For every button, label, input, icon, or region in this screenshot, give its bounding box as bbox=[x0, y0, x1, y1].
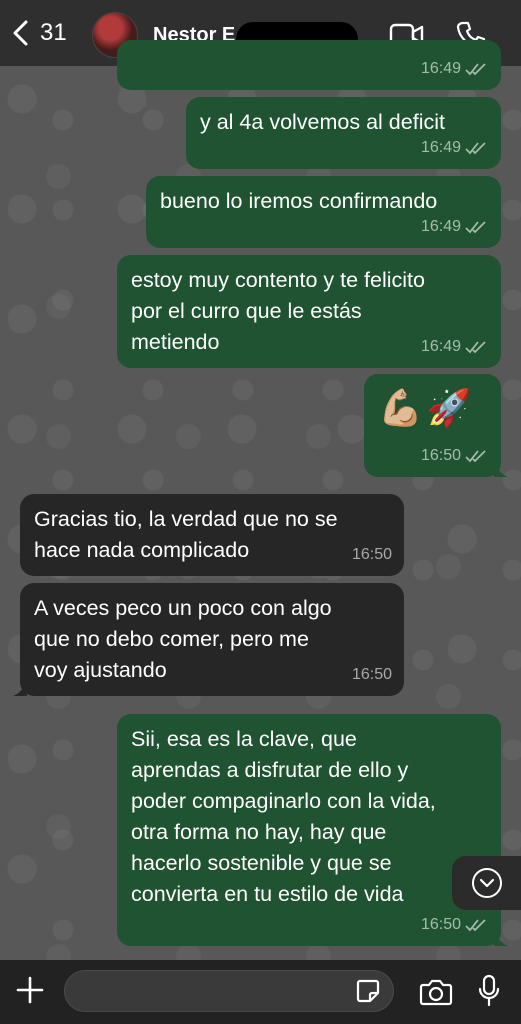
sticker-icon bbox=[356, 979, 380, 1003]
message-time: 16:50 bbox=[420, 916, 461, 933]
camera-icon bbox=[419, 979, 453, 1006]
message-time: 16:49 bbox=[420, 139, 461, 156]
read-ticks-icon bbox=[465, 220, 486, 233]
attach-button[interactable] bbox=[14, 974, 46, 1011]
message-input[interactable] bbox=[64, 970, 394, 1012]
message-time: 16:49 bbox=[420, 338, 461, 355]
message-bubble-incoming[interactable]: Gracias tio, la verdad que no se hace na… bbox=[20, 494, 404, 576]
message-line: A veces peco un poco con algo bbox=[34, 596, 332, 620]
message-line: otra forma no hay, hay que bbox=[131, 820, 387, 844]
message-line: estoy muy contento y te felicito bbox=[131, 268, 425, 292]
message-meta: 16:50 bbox=[421, 909, 489, 940]
message-bubble-outgoing[interactable]: estoy muy contento y te felicito por el … bbox=[117, 255, 501, 368]
message-line: poder compaginarlo con la vida, bbox=[131, 789, 436, 813]
scroll-to-bottom-button[interactable] bbox=[452, 856, 521, 910]
plus-icon bbox=[16, 976, 44, 1004]
message-meta: 16:49 bbox=[421, 331, 489, 362]
read-ticks-icon bbox=[465, 918, 486, 931]
sticker-button[interactable] bbox=[355, 978, 381, 1009]
message-meta: 16:50 bbox=[352, 539, 392, 570]
message-line: aprendas a disfrutar de ello y bbox=[131, 758, 409, 782]
message-bubble-outgoing[interactable]: 16:49 bbox=[117, 40, 501, 90]
bubble-tail bbox=[494, 461, 508, 477]
message-line: convierta en tu estilo de vida bbox=[131, 882, 404, 906]
read-ticks-icon bbox=[465, 340, 486, 353]
read-ticks-icon bbox=[465, 62, 486, 75]
message-time: 16:50 bbox=[351, 666, 392, 683]
message-meta: 16:49 bbox=[421, 53, 489, 84]
back-chevron-icon bbox=[13, 20, 28, 46]
message-bubble-outgoing[interactable]: bueno lo iremos confirmando 16:49 bbox=[146, 176, 501, 248]
message-time: 16:49 bbox=[420, 218, 461, 235]
microphone-icon bbox=[478, 974, 500, 1007]
message-line: voy ajustando bbox=[34, 658, 167, 682]
message-emoji: 💪🏼🚀 bbox=[378, 387, 476, 428]
message-time: 16:50 bbox=[351, 546, 392, 563]
bubble-tail bbox=[13, 680, 27, 696]
chevron-down-icon bbox=[471, 868, 502, 898]
message-line: hace nada complicado bbox=[34, 538, 250, 562]
voice-message-button[interactable] bbox=[477, 974, 501, 1013]
message-time: 16:50 bbox=[420, 447, 461, 464]
message-line: que no debo comer, pero me bbox=[34, 627, 309, 651]
message-bubble-outgoing[interactable]: Sii, esa es la clave, que aprendas a dis… bbox=[117, 714, 508, 946]
message-meta: 16:50 bbox=[421, 440, 489, 471]
bubble-tail bbox=[494, 930, 508, 946]
read-ticks-icon bbox=[465, 449, 486, 462]
message-bubble-outgoing[interactable]: 💪🏼🚀 16:50 bbox=[364, 374, 508, 477]
camera-button[interactable] bbox=[419, 978, 453, 1011]
read-ticks-icon bbox=[465, 141, 486, 154]
message-line: Sii, esa es la clave, que bbox=[131, 727, 357, 751]
message-meta: 16:49 bbox=[421, 132, 489, 163]
message-line: Gracias tio, la verdad que no se bbox=[34, 507, 338, 531]
message-meta: 16:49 bbox=[421, 211, 489, 242]
message-bubble-outgoing[interactable]: y al 4a volvemos al deficit 16:49 bbox=[186, 97, 501, 169]
message-line: por el curro que le estás bbox=[131, 299, 362, 323]
message-line: hacerlo sostenible y que se bbox=[131, 851, 392, 875]
message-meta: 16:50 bbox=[352, 659, 392, 690]
message-bubble-incoming[interactable]: A veces peco un poco con algo que no deb… bbox=[13, 583, 404, 696]
back-button[interactable]: 31 bbox=[10, 18, 67, 48]
unread-count: 31 bbox=[40, 19, 67, 46]
message-time: 16:49 bbox=[420, 60, 461, 77]
